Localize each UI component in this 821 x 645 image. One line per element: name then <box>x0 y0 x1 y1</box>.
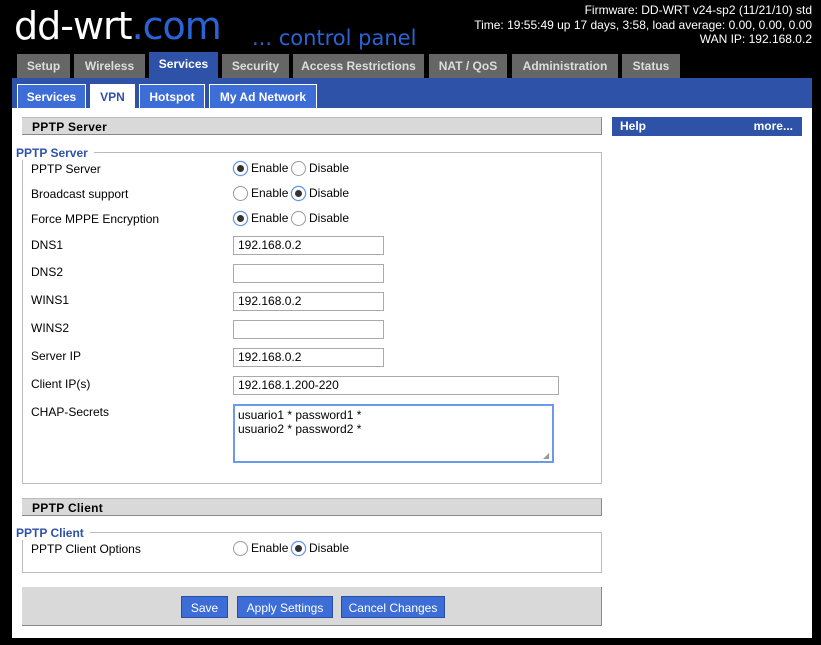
force-mppe-label: Force MPPE Encryption <box>31 212 160 226</box>
status-info: Firmware: DD-WRT v24-sp2 (11/21/10) std … <box>474 3 812 47</box>
pptp-server-disable-label: Disable <box>309 161 350 175</box>
wins2-input[interactable] <box>233 320 384 339</box>
dns1-input[interactable]: 192.168.0.2 <box>233 236 384 255</box>
pptp-client-section-title: PPTP Client <box>22 498 602 516</box>
broadcast-support-label: Broadcast support <box>31 187 129 201</box>
tab-administration[interactable]: Administration <box>512 54 618 78</box>
server-ip-input[interactable]: 192.168.0.2 <box>233 348 384 367</box>
broadcast-enable-radio[interactable] <box>233 186 248 201</box>
help-more-link[interactable]: more... <box>754 117 793 136</box>
apply-settings-button[interactable]: Apply Settings <box>237 596 333 618</box>
logo-main: dd-wrt <box>14 4 133 48</box>
tab-setup[interactable]: Setup <box>17 54 70 78</box>
wan-ip-text: WAN IP: 192.168.0.2 <box>699 32 812 46</box>
pptp-server-enable-label: Enable <box>251 161 289 175</box>
pptp-client-enable-label: Enable <box>251 541 289 555</box>
dns1-label: DNS1 <box>31 238 64 252</box>
tab-status[interactable]: Status <box>622 54 680 78</box>
client-ips-label: Client IP(s) <box>31 377 91 391</box>
client-ips-input[interactable]: 192.168.1.200-220 <box>233 376 559 395</box>
subtab-hotspot[interactable]: Hotspot <box>139 84 205 108</box>
pptp-client-enable-radio[interactable] <box>233 541 248 556</box>
pptp-server-enable-radio[interactable] <box>233 161 248 176</box>
header: dd-wrt.com ... control panel Firmware: D… <box>0 0 821 52</box>
wins1-input[interactable]: 192.168.0.2 <box>233 292 384 311</box>
chap-secrets-text: usuario1 * password1 * usuario2 * passwo… <box>238 408 362 436</box>
wins1-label: WINS1 <box>31 293 70 307</box>
tab-nat-qos[interactable]: NAT / QoS <box>429 54 507 78</box>
broadcast-enable-label: Enable <box>251 186 289 200</box>
pptp-client-disable-label: Disable <box>309 541 350 555</box>
subtab-services[interactable]: Services <box>17 84 86 108</box>
mppe-disable-label: Disable <box>309 211 350 225</box>
wins2-label: WINS2 <box>31 321 70 335</box>
subtab-my-ad-network[interactable]: My Ad Network <box>209 84 317 108</box>
logo-suffix: .com <box>131 4 222 48</box>
broadcast-disable-radio[interactable] <box>291 186 306 201</box>
dns2-label: DNS2 <box>31 265 64 279</box>
logo: dd-wrt.com <box>14 4 222 48</box>
pptp-server-label: PPTP Server <box>31 162 101 176</box>
pptp-client-legend: PPTP Client <box>16 526 90 540</box>
pptp-client-options-label: PPTP Client Options <box>31 542 141 556</box>
pptp-server-disable-radio[interactable] <box>291 161 306 176</box>
help-bar: Help more... <box>612 117 802 136</box>
dns2-input[interactable] <box>233 264 384 283</box>
save-button[interactable]: Save <box>181 596 228 618</box>
firmware-text: Firmware: DD-WRT v24-sp2 (11/21/10) std <box>584 3 812 17</box>
chap-secrets-label: CHAP-Secrets <box>31 405 110 419</box>
tagline: ... control panel <box>252 26 417 50</box>
pptp-server-legend: PPTP Server <box>16 146 94 160</box>
tab-access-restrictions[interactable]: Access Restrictions <box>293 54 424 78</box>
time-text: Time: 19:55:49 up 17 days, 3:58, load av… <box>474 17 812 32</box>
mppe-disable-radio[interactable] <box>291 211 306 226</box>
mppe-enable-radio[interactable] <box>233 211 248 226</box>
pptp-client-disable-radio[interactable] <box>291 541 306 556</box>
help-title: Help <box>620 119 647 133</box>
cancel-changes-button[interactable]: Cancel Changes <box>341 596 445 618</box>
mppe-enable-label: Enable <box>251 211 289 225</box>
subtab-vpn[interactable]: VPN <box>90 84 135 108</box>
pptp-server-section-title: PPTP Server <box>22 117 602 135</box>
resize-handle-icon[interactable]: ◢ <box>543 452 551 460</box>
broadcast-disable-label: Disable <box>309 186 350 200</box>
chap-secrets-textarea[interactable]: usuario1 * password1 * usuario2 * passwo… <box>233 404 554 463</box>
tab-services[interactable]: Services <box>149 52 218 80</box>
tab-wireless[interactable]: Wireless <box>74 54 145 78</box>
server-ip-label: Server IP <box>31 349 82 363</box>
tab-security[interactable]: Security <box>222 54 289 78</box>
